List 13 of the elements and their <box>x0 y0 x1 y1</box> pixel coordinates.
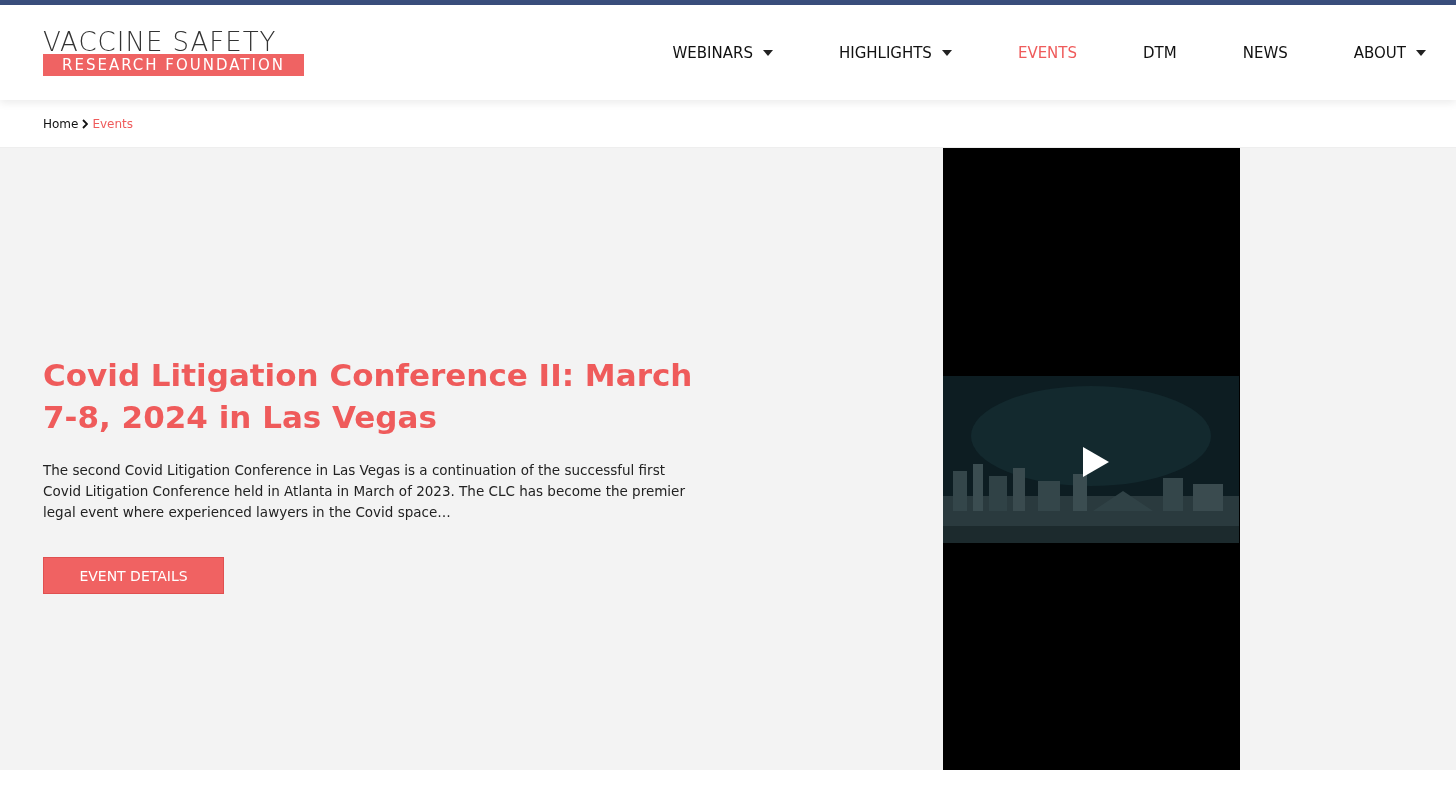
breadcrumb-current: Events <box>92 116 134 131</box>
event-summary: The second Covid Litigation Conference in Las Vegas is a continuation of the successful first Covid Litigation Conference held in Atlanta in March of 2023. The CLC has become the premier legal event where experienced lawyers in the Covid space… <box>43 461 686 522</box>
play-button[interactable] <box>1081 444 1111 479</box>
logo-title: VACCINE SAFETY <box>43 29 278 54</box>
nav-link[interactable]: ABOUT <box>1353 43 1426 62</box>
breadcrumb-link[interactable]: Home <box>43 116 79 131</box>
chevron-icon <box>82 118 89 129</box>
event-title: Covid Litigation Conference II: March 7-8, 2024 in Las Vegas <box>43 356 694 437</box>
logo-banner: RESEARCH FOUNDATION <box>43 53 304 76</box>
nav-link[interactable]: DTM <box>1143 43 1177 62</box>
nav-link[interactable]: HIGHLIGHTS <box>838 43 952 62</box>
nav-link[interactable]: WEBINARS <box>672 43 773 62</box>
nav-link[interactable]: NEWS <box>1242 43 1288 62</box>
